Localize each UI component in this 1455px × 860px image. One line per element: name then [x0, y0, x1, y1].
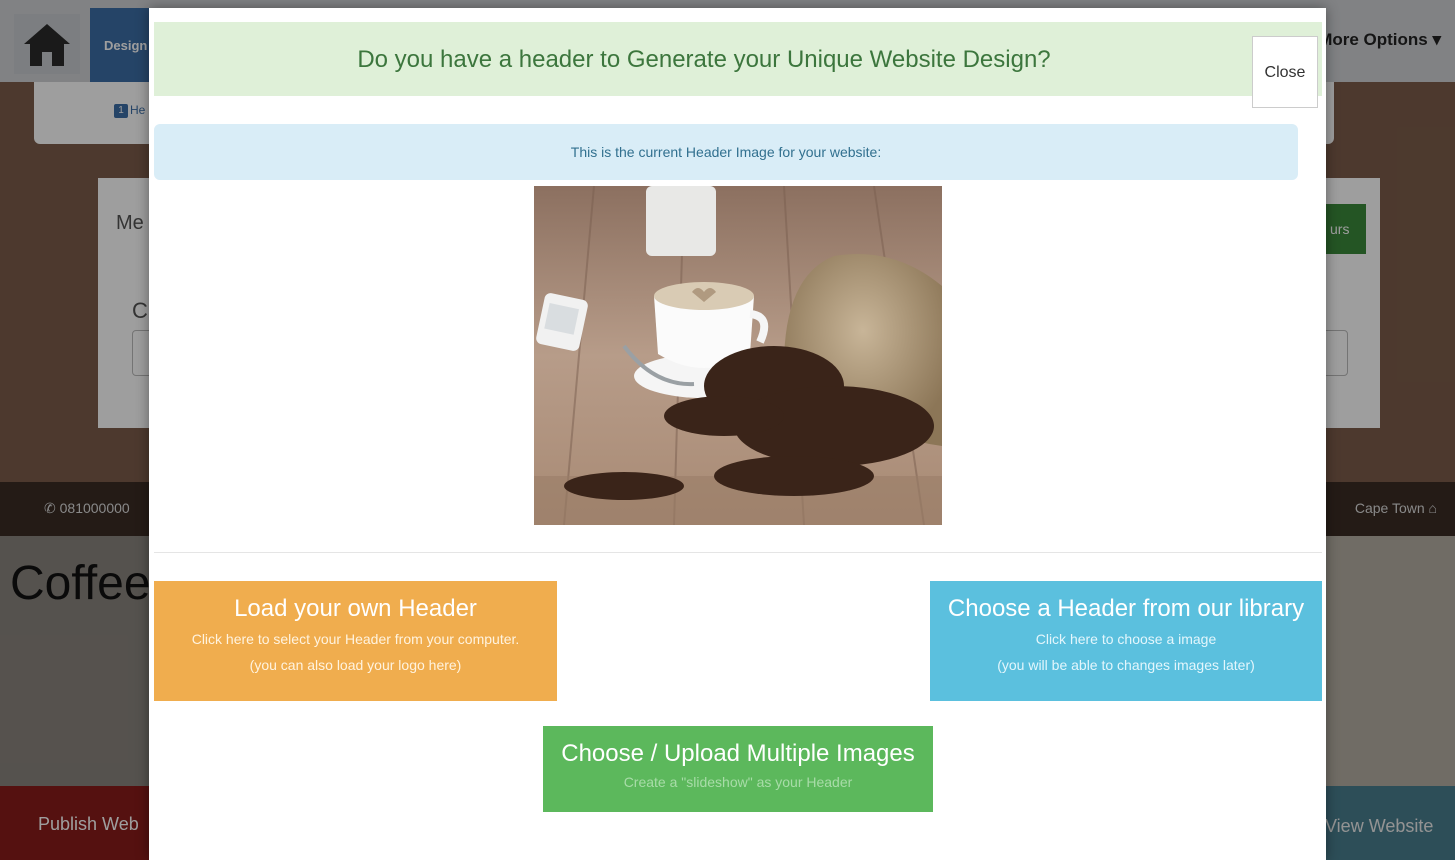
upload-multiple-title: Choose / Upload Multiple Images: [561, 740, 915, 767]
upload-multiple-desc: Create a "slideshow" as your Header: [623, 774, 853, 790]
modal-divider: [154, 552, 1322, 553]
load-own-header-title: Load your own Header: [234, 595, 477, 622]
choose-library-title: Choose a Header from our library: [947, 595, 1305, 622]
load-own-header-button[interactable]: Load your own Header Click here to selec…: [154, 581, 557, 701]
close-button[interactable]: Close: [1252, 36, 1318, 108]
modal-title: Do you have a header to Generate your Un…: [357, 46, 1051, 73]
current-header-image: [534, 186, 942, 525]
choose-library-note: (you will be able to changes images late…: [997, 657, 1255, 673]
modal-header: Do you have a header to Generate your Un…: [154, 22, 1322, 108]
load-own-header-desc: Click here to select your Header from yo…: [191, 631, 520, 647]
header-modal: Do you have a header to Generate your Un…: [149, 8, 1326, 860]
choose-library-desc: Click here to choose a image: [1035, 631, 1217, 647]
choose-library-header-button[interactable]: Choose a Header from our library Click h…: [930, 581, 1322, 701]
load-own-header-note: (you can also load your logo here): [249, 657, 462, 673]
upload-multiple-images-button[interactable]: Choose / Upload Multiple Images Create a…: [543, 726, 933, 812]
info-alert: This is the current Header Image for you…: [154, 124, 1298, 180]
